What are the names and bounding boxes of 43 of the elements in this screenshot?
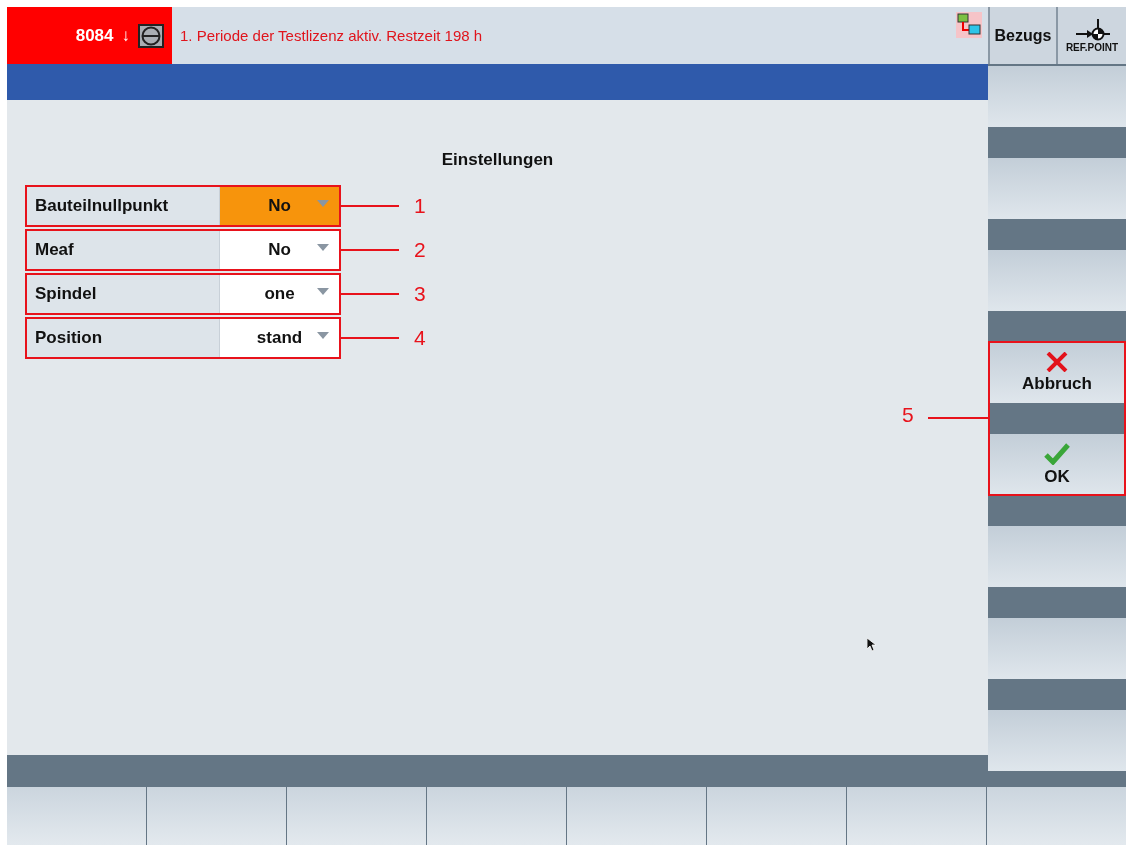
alarm-number: 8084: [75, 25, 114, 46]
callout-number: 3: [414, 282, 426, 306]
softkey[interactable]: [987, 787, 1126, 845]
dropdown-arrow-icon: [317, 332, 329, 339]
setting-label: Bauteilnullpunkt: [34, 195, 170, 217]
softkey[interactable]: [567, 787, 706, 845]
checkmark-icon: [1044, 442, 1070, 465]
softkey[interactable]: [988, 66, 1126, 127]
dropdown-field[interactable]: stand: [219, 319, 339, 357]
softkey[interactable]: [988, 526, 1126, 587]
callout-number: 5: [902, 403, 914, 427]
network-icon: [956, 12, 982, 38]
cancel-softkey[interactable]: Abbruch: [988, 342, 1126, 403]
mouse-cursor-icon: [867, 638, 877, 652]
setting-label: Meaf: [34, 239, 75, 261]
softkey[interactable]: [707, 787, 846, 845]
ok-softkey[interactable]: OK: [988, 434, 1126, 495]
alarm-message: 1. Periode der Testlizenz aktiv. Restzeit 198 h: [180, 27, 483, 44]
setting-label: Position: [34, 327, 104, 349]
softkey[interactable]: [988, 618, 1126, 679]
alarm-arrow: ↓: [121, 25, 130, 46]
callout-number: 4: [414, 326, 426, 350]
softkey[interactable]: [847, 787, 986, 845]
reference-point-icon: [1074, 18, 1110, 41]
softkey[interactable]: [988, 158, 1126, 219]
dropdown-arrow-icon: [317, 200, 329, 207]
circle-minus-icon[interactable]: [138, 23, 164, 48]
softkey[interactable]: [427, 787, 566, 845]
softkey[interactable]: [988, 250, 1126, 311]
cross-icon: [1046, 351, 1068, 372]
softkey[interactable]: [988, 710, 1126, 771]
softkey[interactable]: [287, 787, 426, 845]
dropdown-arrow-icon: [317, 244, 329, 251]
dropdown-field[interactable]: one: [219, 275, 339, 313]
callout-number: 1: [414, 194, 426, 218]
dropdown-field[interactable]: No: [219, 231, 339, 269]
dialog-title: Einstellungen: [440, 150, 555, 171]
setting-label: Spindel: [34, 283, 98, 305]
dropdown-arrow-icon: [317, 288, 329, 295]
dropdown-field[interactable]: No: [219, 187, 339, 225]
softkey[interactable]: [147, 787, 286, 845]
callout-number: 2: [414, 238, 426, 262]
softkey[interactable]: [7, 787, 146, 845]
